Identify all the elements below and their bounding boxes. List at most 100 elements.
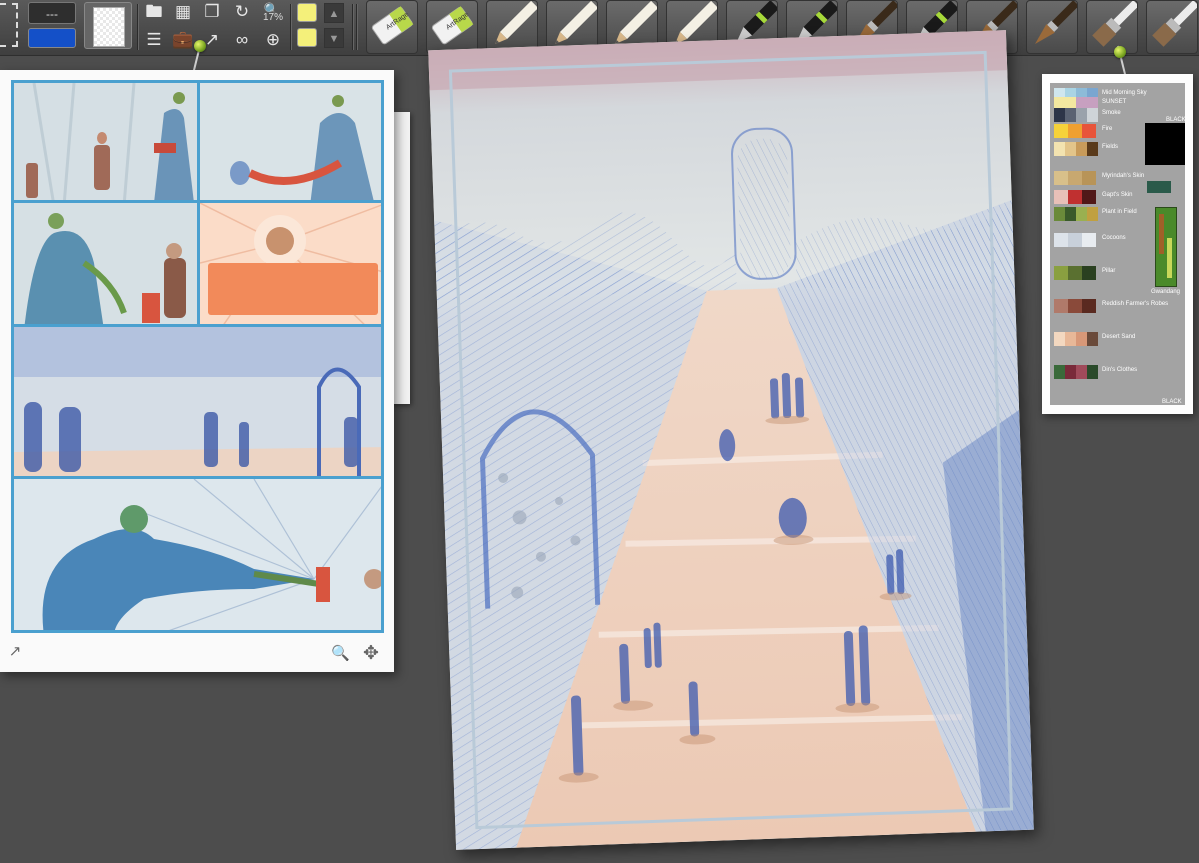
comic-panel-2 <box>197 80 384 203</box>
color-swatch[interactable] <box>1065 331 1076 346</box>
palette-row-label: Smoke <box>1102 110 1121 116</box>
color-swatch[interactable] <box>1087 364 1098 379</box>
palette-row-label: Desert Sand <box>1102 334 1136 340</box>
palette-row-label: Gapt's Skin <box>1102 192 1133 198</box>
link-icon[interactable]: ∞ <box>231 30 253 50</box>
color-swatch[interactable] <box>1076 206 1087 221</box>
toolbox-icon[interactable]: 💼 <box>172 30 194 50</box>
color-swatch[interactable] <box>1076 331 1087 346</box>
palette-row: Fields <box>1054 140 1118 156</box>
comic-panel-1 <box>11 80 200 203</box>
palette-row: Gapt's Skin <box>1054 188 1133 204</box>
palette-row: Fire <box>1054 122 1112 138</box>
palette-row-label: Pillar <box>1102 268 1116 274</box>
color-swatch[interactable] <box>1065 141 1076 156</box>
color-swatch[interactable] <box>1054 331 1065 346</box>
color-swatch[interactable] <box>1087 107 1098 122</box>
color-swatch[interactable] <box>1054 265 1068 280</box>
flat-brush-tool-2[interactable] <box>1146 0 1198 54</box>
zoom-icon[interactable]: 🔍 <box>331 645 350 663</box>
color-swatch[interactable] <box>1076 107 1087 122</box>
palette-row-label: Din's Clothes <box>1102 367 1138 373</box>
panel-4-art <box>200 203 381 324</box>
eraser-tool-2[interactable]: ArtRage <box>426 0 478 54</box>
canvas-paper-button[interactable] <box>84 2 132 49</box>
color-swatch[interactable] <box>1065 107 1076 122</box>
color-swatch[interactable] <box>1082 123 1096 138</box>
layers-icon[interactable]: ❐ <box>201 2 223 22</box>
skin-dark-swatch[interactable] <box>1147 181 1171 193</box>
palette-row: Plant in Field <box>1054 205 1137 221</box>
panel-5-art <box>14 327 381 476</box>
color-swatch[interactable] <box>1068 123 1082 138</box>
palette-row-label: Fields <box>1102 144 1119 150</box>
grid-icon[interactable]: ▦ <box>172 2 194 22</box>
color-swatch[interactable] <box>1068 298 1082 313</box>
comic-panel-3 <box>11 200 200 327</box>
color-swatch[interactable] <box>1082 232 1096 247</box>
color-swatch[interactable] <box>1068 265 1082 280</box>
pin-icon[interactable] <box>194 40 206 52</box>
color-swatch[interactable] <box>1068 189 1082 204</box>
painting-canvas[interactable] <box>428 30 1034 850</box>
eraser-tool[interactable]: ArtRage <box>366 0 418 54</box>
sticker-yellow-2[interactable] <box>297 28 317 47</box>
palette-row-label: Cocoons <box>1102 235 1126 241</box>
pin-icon[interactable] <box>1114 46 1126 58</box>
palette-row-label: Mid Morning Sky <box>1102 90 1147 96</box>
open-folder-icon[interactable]: 🖿 <box>143 2 165 22</box>
color-swatch[interactable] <box>1054 123 1068 138</box>
settings-sliders-icon[interactable]: ☰ <box>143 30 165 50</box>
color-swatch[interactable] <box>1076 141 1087 156</box>
panel-3-art <box>14 203 197 324</box>
color-swatch[interactable] <box>1082 170 1096 185</box>
color-swatch[interactable] <box>1065 206 1076 221</box>
color-swatch[interactable] <box>1082 189 1096 204</box>
gwandang-label: Gwandang <box>1151 289 1181 295</box>
palette-row: Smoke <box>1054 106 1121 122</box>
transform-icon[interactable]: ↻ <box>231 2 253 22</box>
panel-6-art <box>14 479 381 630</box>
paint-brush-tool-3[interactable] <box>1026 0 1078 54</box>
color-swatch[interactable] <box>1054 170 1068 185</box>
selection-field[interactable]: --- <box>28 2 76 24</box>
scroll-up-button[interactable]: ▲ <box>324 3 344 23</box>
scroll-down-button[interactable]: ▼ <box>324 28 344 48</box>
export-icon[interactable]: ↗ <box>6 643 24 661</box>
color-swatch[interactable] <box>1087 206 1098 221</box>
color-swatch[interactable] <box>1054 107 1065 122</box>
panel-2-art <box>200 83 381 200</box>
gwandang-swatch[interactable] <box>1155 207 1177 287</box>
color-swatch[interactable] <box>1054 364 1065 379</box>
color-swatch[interactable] <box>1054 189 1068 204</box>
color-swatch[interactable] <box>1068 232 1082 247</box>
color-swatch[interactable] <box>1065 364 1076 379</box>
color-swatch[interactable] <box>1054 298 1068 313</box>
comic-panel-5 <box>11 324 384 479</box>
palette-row-label: Plant in Field <box>1102 209 1137 215</box>
move-icon[interactable]: ✥ <box>362 644 380 663</box>
color-swatch[interactable] <box>1068 170 1082 185</box>
color-swatch[interactable] <box>1054 232 1068 247</box>
color-swatch[interactable] <box>28 28 76 48</box>
comic-panel-4 <box>197 200 384 327</box>
flat-brush-tool[interactable] <box>1086 0 1138 54</box>
sticker-yellow-1[interactable] <box>297 3 317 22</box>
color-palette-card[interactable]: Mid Morning Sky SUNSET Smoke Fire Fields Myri… <box>1042 74 1193 414</box>
rotate-add-icon[interactable]: ⊕ <box>262 30 284 50</box>
black-swatch[interactable] <box>1145 123 1185 165</box>
color-swatch[interactable] <box>1087 331 1098 346</box>
color-swatch[interactable] <box>1082 298 1096 313</box>
palette-row: Myrindah's Skin <box>1054 169 1144 185</box>
color-swatch[interactable] <box>1054 206 1065 221</box>
palette-swatches: Mid Morning Sky SUNSET Smoke Fire Fields Myri… <box>1050 83 1186 405</box>
color-swatch[interactable] <box>1076 364 1087 379</box>
color-swatch[interactable] <box>1082 265 1096 280</box>
color-swatch[interactable] <box>1087 141 1098 156</box>
reference-comic-page[interactable]: ↗ 🔍 ✥ <box>0 70 394 672</box>
selection-rect-icon[interactable] <box>0 3 18 47</box>
panel-1-art <box>14 83 197 200</box>
palette-row: Desert Sand <box>1054 330 1135 346</box>
paper-preview <box>93 7 125 47</box>
color-swatch[interactable] <box>1054 141 1065 156</box>
